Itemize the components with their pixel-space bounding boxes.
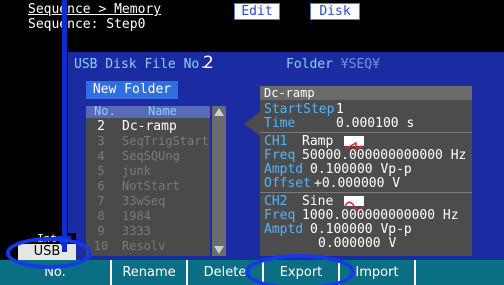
list-item-no: 7	[97, 194, 105, 208]
list-item-name: 33wSeq	[122, 194, 166, 208]
file-list-header: No. Name	[86, 104, 210, 118]
ch2-freq-label: Freq	[264, 208, 296, 223]
file-number-label: USB Disk File No.	[74, 57, 208, 72]
list-item-no: 5	[97, 164, 105, 178]
ramp-wave-icon	[344, 136, 364, 151]
ch1-amptd-value: 0.100000 Vp-p	[310, 162, 412, 177]
new-folder-button[interactable]: New Folder	[86, 81, 178, 99]
scroll-down-icon[interactable]	[214, 246, 224, 254]
instrument-screen: Sequence > Memory Sequence: Step0 Edit D…	[0, 0, 504, 285]
folder-indicator: Folder ¥SEQ¥	[286, 57, 380, 72]
ch2-freq-value: 1000.000000000000 Hz	[302, 208, 459, 223]
ch1-label: CH1	[264, 134, 288, 149]
list-item[interactable]: 4 SeqSQUng	[86, 150, 210, 163]
sine-wave-icon	[344, 196, 364, 211]
softkey-rename[interactable]: Rename	[112, 260, 188, 285]
list-item-name: Resolv	[122, 239, 166, 253]
ch1-offset-value: +0.000000 V	[314, 176, 401, 191]
detail-file-name: Dc-ramp	[260, 86, 472, 100]
list-item-no: 3	[97, 134, 105, 148]
list-item-name: Dc-ramp	[122, 119, 177, 134]
page-subtitle: Sequence: Step0	[28, 17, 146, 32]
list-item-no: 9	[97, 224, 105, 238]
column-header-name: Name	[148, 104, 177, 118]
ch2-wave: Sine	[302, 194, 334, 209]
file-detail-panel: Dc-ramp StartStep 1 Time 0.000100 s CH1 …	[260, 86, 472, 256]
list-item-selected[interactable]: 2 Dc-ramp	[86, 120, 210, 133]
list-item-name: 1984	[122, 209, 151, 223]
list-item-name: SeqTrigStart	[122, 134, 209, 148]
ch2-label: CH2	[264, 194, 288, 209]
column-header-no: No.	[94, 104, 116, 118]
list-item-name: NotStart	[122, 179, 180, 193]
ch2-offset-value: 0.000000 V	[318, 236, 397, 251]
list-item-name: SeqSQUng	[122, 149, 180, 163]
annotation-export-highlight	[245, 254, 355, 285]
ch2-amptd-label: Amptd	[264, 222, 304, 237]
ch1-freq-label: Freq	[264, 148, 296, 163]
list-item[interactable]: 7 33wSeq	[86, 195, 210, 208]
start-step-value: 1	[336, 102, 344, 117]
file-list[interactable]: 2 Dc-ramp 3 SeqTrigStart 4 SeqSQUng 5 ju…	[86, 118, 210, 256]
list-item-no: 2	[97, 119, 105, 134]
header-bar: Sequence > Memory Sequence: Step0 Edit D…	[0, 0, 504, 32]
ch1-freq-value: 50000.000000000000 Hz	[302, 148, 467, 163]
list-item[interactable]: 3 SeqTrigStart	[86, 135, 210, 148]
tab-disk[interactable]: Disk	[310, 3, 360, 20]
scroll-up-icon[interactable]	[214, 108, 224, 116]
list-item[interactable]: 5 junk	[86, 165, 210, 178]
time-label: Time	[264, 116, 296, 131]
list-item[interactable]: 8 1984	[86, 210, 210, 223]
list-scrollbar[interactable]	[212, 106, 226, 256]
list-item-no: 4	[97, 149, 105, 163]
divider	[260, 192, 472, 193]
ch1-offset-label: Offset	[264, 176, 311, 191]
list-item-no: 8	[97, 209, 105, 223]
time-value: 0.000100 s	[336, 116, 415, 131]
divider	[260, 132, 472, 133]
breadcrumb[interactable]: Sequence > Memory	[28, 2, 161, 17]
list-item-no: 6	[97, 179, 105, 193]
start-step-label: StartStep	[264, 102, 335, 117]
folder-path: ¥SEQ¥	[340, 57, 380, 72]
file-number-value[interactable]: 2	[203, 54, 214, 72]
list-item-name: junk	[122, 164, 151, 178]
list-item-name: 3333	[122, 224, 151, 238]
tab-edit[interactable]: Edit	[234, 3, 280, 20]
detail-pointer	[244, 112, 260, 136]
ch1-amptd-label: Amptd	[264, 162, 304, 177]
annotation-arrow-line	[62, 0, 67, 252]
folder-label: Folder	[286, 57, 333, 72]
annotation-usb-highlight	[6, 237, 92, 269]
list-item[interactable]: 9 3333	[86, 225, 210, 238]
list-item[interactable]: 10 Resolv	[86, 240, 210, 253]
ch1-wave: Ramp	[302, 134, 334, 149]
ch2-amptd-value: 0.100000 Vp-p	[310, 222, 412, 237]
list-item[interactable]: 6 NotStart	[86, 180, 210, 193]
